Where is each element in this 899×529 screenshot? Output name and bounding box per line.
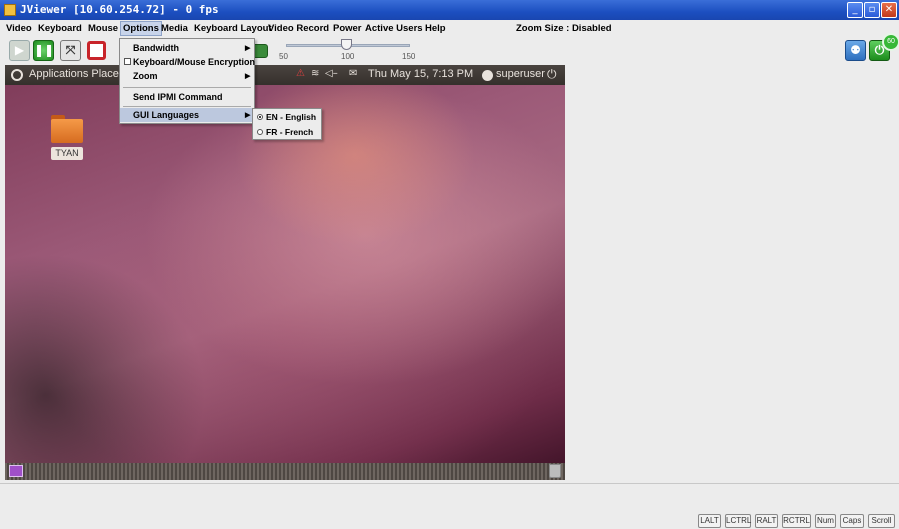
menu-video[interactable]: Video [6,23,32,34]
key-indicator-lalt[interactable]: LALT [698,514,721,528]
encryption-label: Keyboard/Mouse Encryption [133,57,256,67]
languages-submenu: EN - English FR - French [252,108,322,140]
remote-user-icon [482,70,493,81]
slider-tick-mid: 100 [341,52,355,61]
active-users-button[interactable]: ⚉ [845,40,866,61]
options-item-gui-languages[interactable]: GUI Languages ▶ [120,108,254,122]
key-indicator-rctrl[interactable]: RCTRL [782,514,811,528]
zoom-label: Zoom [133,71,158,81]
app-icon [4,4,16,16]
remote-top-panel: Applications Places ⚠ ≋ ◁– ✉ Thu May 15,… [5,65,565,85]
status-strip [0,483,899,510]
folder-icon[interactable] [51,115,83,145]
close-button[interactable]: ✕ [881,2,897,18]
slider-tick-max: 150 [402,52,416,61]
play-icon: ▶ [14,43,25,57]
menu-keyboard[interactable]: Keyboard [38,23,82,34]
network-icon[interactable]: ≋ [311,68,319,79]
show-desktop-icon[interactable] [9,465,23,477]
zoom-status: Zoom Size : Disabled [516,23,612,34]
bandwidth-label: Bandwidth [133,43,179,53]
radio-selected-icon[interactable] [257,114,263,120]
user-icon: ⚉ [850,43,861,57]
zoom-slider-thumb[interactable] [341,39,352,50]
options-dropdown: Bandwidth ▶ Keyboard/Mouse Encryption Zo… [119,38,255,124]
submenu-arrow-icon: ▶ [245,73,251,80]
key-indicator-scroll[interactable]: Scroll [868,514,895,528]
menu-video-record[interactable]: Video Record [268,23,329,34]
maximize-button[interactable]: ▫ [864,2,880,18]
menu-active-users[interactable]: Active Users [365,23,423,34]
slider-tick-min: 50 [279,52,288,61]
stop-icon [90,44,103,57]
desktop-folder-label[interactable]: TYAN [51,147,83,160]
gui-languages-label: GUI Languages [133,110,200,120]
trash-icon[interactable] [549,464,561,478]
submenu-arrow-icon: ▶ [245,45,251,52]
fps-badge: 60 [882,33,899,51]
stop-button[interactable] [87,41,106,60]
menu-keyboard-layout[interactable]: Keyboard Layout [194,23,272,34]
key-indicator-caps[interactable]: Caps [840,514,864,528]
language-item-french[interactable]: FR - French [253,125,321,139]
remote-clock[interactable]: Thu May 15, 7:13 PM [368,68,473,80]
volume-icon[interactable]: ◁– [325,68,338,79]
menu-separator [123,87,251,88]
menu-help[interactable]: Help [425,23,446,34]
pause-button[interactable]: ❚❚ [33,40,54,61]
menu-power[interactable]: Power [333,23,362,34]
pause-icon: ❚❚ [34,43,55,57]
remote-bottom-panel [5,463,565,480]
minimize-button[interactable]: _ [847,2,863,18]
remote-power-icon[interactable]: ⏻ [547,67,557,82]
remote-applications-menu[interactable]: Applications Places [29,68,124,80]
ubuntu-logo-icon [11,69,23,81]
play-button[interactable]: ▶ [9,40,30,61]
options-item-bandwidth[interactable]: Bandwidth ▶ [120,42,254,55]
keyboard-icon [253,45,267,57]
update-warning-icon[interactable]: ⚠ [296,68,305,79]
mail-icon[interactable]: ✉ [349,68,357,79]
remote-user-name[interactable]: superuser [496,68,545,80]
menu-separator [123,106,251,107]
window-title: JViewer [10.60.254.72] - 0 fps [20,3,219,16]
options-item-encryption[interactable]: Keyboard/Mouse Encryption [120,56,256,69]
menu-media[interactable]: Media [161,23,188,34]
french-label: FR - French [266,127,314,137]
menu-mouse[interactable]: Mouse [88,23,118,34]
key-indicator-num[interactable]: Num [815,514,836,528]
menu-bar: Video Keyboard Mouse Options Media Keybo… [0,20,899,38]
window-titlebar[interactable]: JViewer [10.60.254.72] - 0 fps _ ▫ ✕ [0,0,899,20]
menu-options[interactable]: Options [120,21,162,36]
radio-unselected-icon[interactable] [257,129,263,135]
submenu-arrow-icon: ▶ [245,112,251,119]
checkbox-icon[interactable] [124,58,131,65]
fullscreen-icon: ⤧ [65,43,76,57]
send-ipmi-label: Send IPMI Command [133,92,223,102]
english-label: EN - English [266,112,317,122]
options-item-zoom[interactable]: Zoom ▶ [120,70,254,83]
key-indicator-ralt[interactable]: RALT [755,514,778,528]
options-item-send-ipmi[interactable]: Send IPMI Command [120,90,254,104]
key-indicator-lctrl[interactable]: LCTRL [725,514,751,528]
applications-label[interactable]: Applications [29,68,88,80]
language-item-english[interactable]: EN - English [253,110,321,124]
fullscreen-button[interactable]: ⤧ [60,40,81,61]
